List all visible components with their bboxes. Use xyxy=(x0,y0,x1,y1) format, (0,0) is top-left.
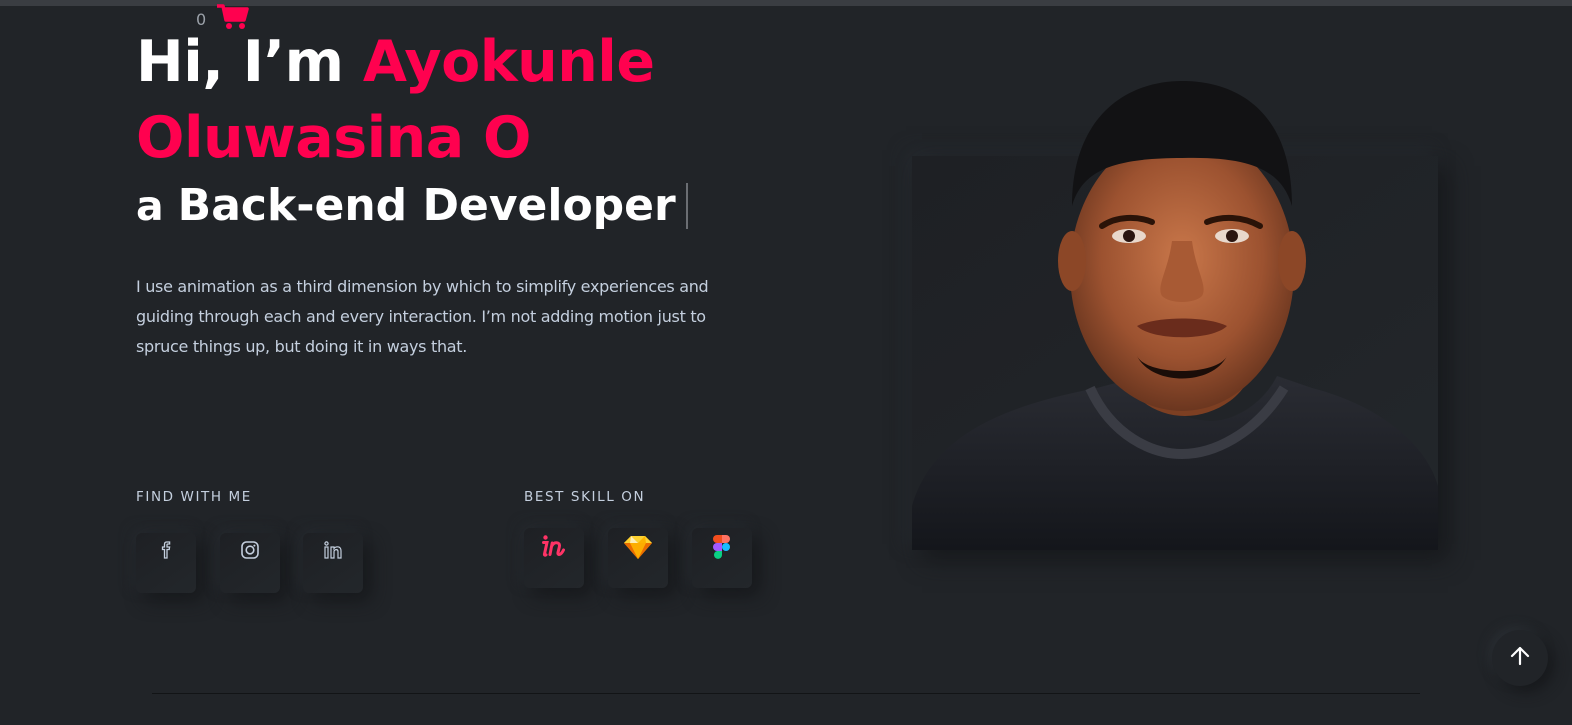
social-label: FIND WITH ME xyxy=(136,489,252,505)
hero-heading: Hi, I’m Ayokunle Oluwasina O xyxy=(136,24,856,176)
sketch-icon xyxy=(623,534,653,588)
linkedin-icon xyxy=(322,539,344,593)
facebook-link[interactable] xyxy=(136,533,196,593)
hero-title-line-2: Oluwasina O xyxy=(136,100,856,176)
portrait-photo xyxy=(912,76,1438,550)
linkedin-link[interactable] xyxy=(303,533,363,593)
instagram-link[interactable] xyxy=(220,533,280,593)
instagram-icon xyxy=(239,539,261,593)
facebook-icon xyxy=(156,539,176,593)
section-divider xyxy=(152,693,1420,694)
typing-cursor xyxy=(685,183,688,229)
name-rest: Oluwasina O xyxy=(136,105,532,171)
name-first: Ayokunle xyxy=(362,29,655,95)
greeting-text: Hi, I’m xyxy=(136,29,363,95)
hero-title-line-1: Hi, I’m Ayokunle xyxy=(136,24,856,100)
skill-figma[interactable] xyxy=(692,528,752,588)
invision-icon xyxy=(539,534,569,588)
skills-label: BEST SKILL ON xyxy=(524,489,646,505)
role-text: Back-end Developer xyxy=(177,180,676,231)
arrow-up-icon xyxy=(1508,644,1532,672)
skill-invision[interactable] xyxy=(524,528,584,588)
role-line: a Back-end Developer xyxy=(136,178,688,234)
role-prefix: a xyxy=(136,182,164,230)
skill-sketch[interactable] xyxy=(608,528,668,588)
figma-icon xyxy=(712,534,732,588)
intro-paragraph: I use animation as a third dimension by … xyxy=(136,277,709,356)
back-to-top-button[interactable] xyxy=(1492,630,1548,686)
